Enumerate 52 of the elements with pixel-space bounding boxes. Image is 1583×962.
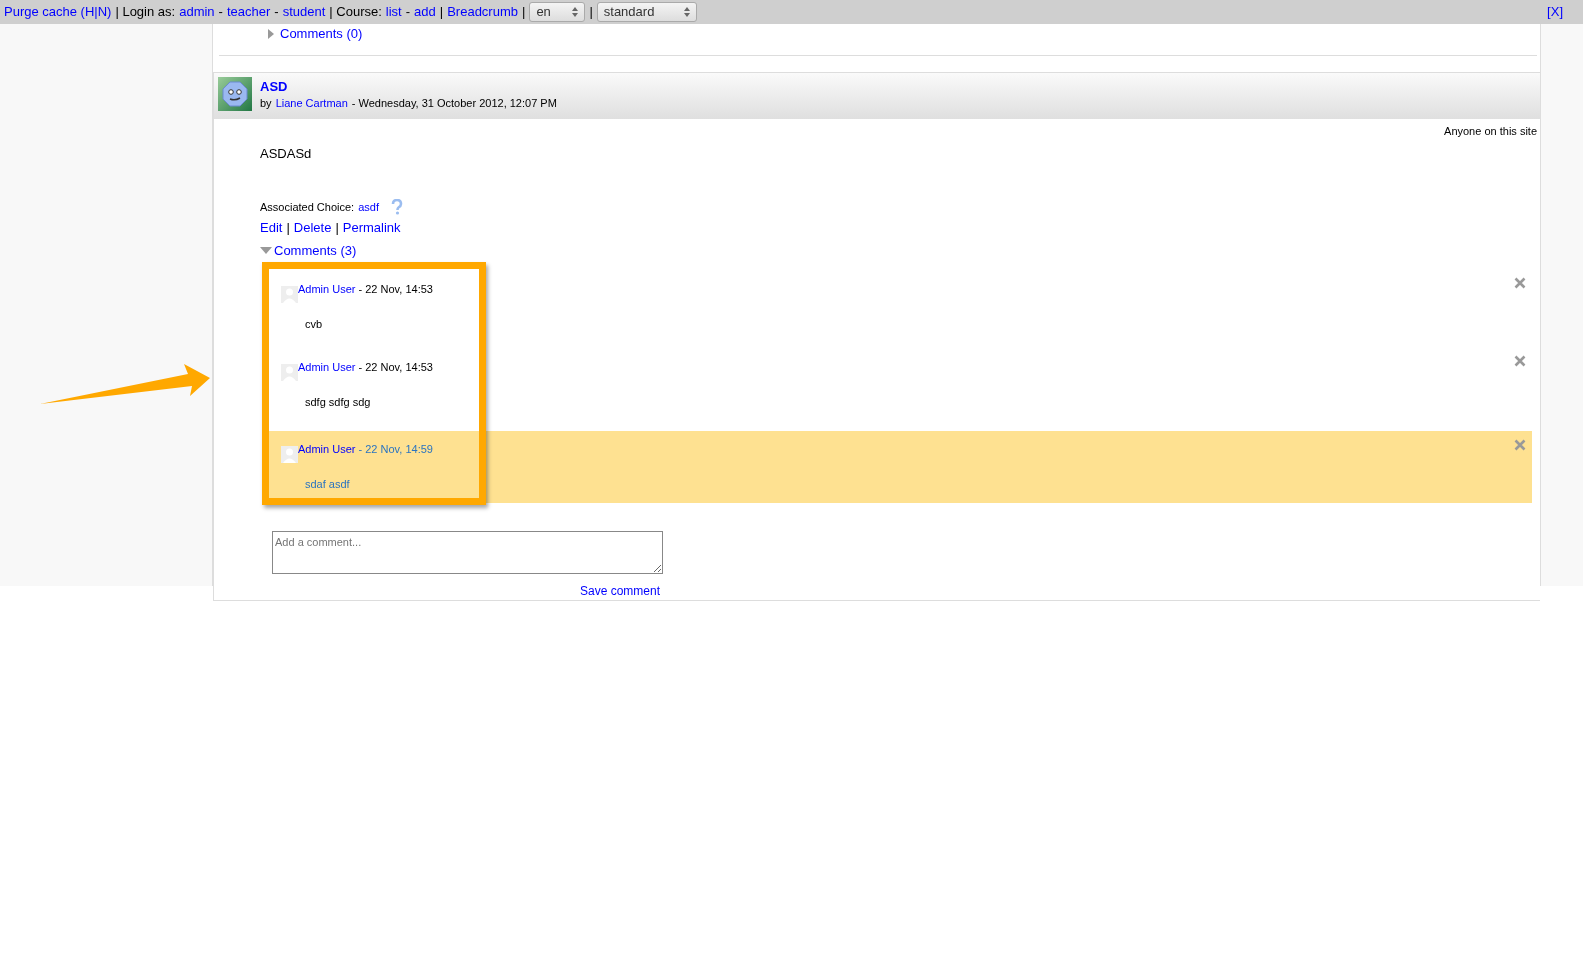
comment-author-link[interactable]: Admin User: [298, 358, 356, 381]
avatar-icon: [218, 77, 252, 111]
action-link[interactable]: Delete: [293, 217, 332, 237]
dropdown-select[interactable]: en: [529, 2, 586, 22]
close-link[interactable]: [X]: [1547, 2, 1563, 22]
visibility-text: Anyone on this site: [1443, 124, 1538, 139]
action-link[interactable]: Permalink: [342, 217, 401, 237]
help-icon[interactable]: [390, 199, 403, 216]
delete-icon[interactable]: [1514, 354, 1526, 367]
separator-text: |: [335, 218, 339, 237]
toolbar-text: -: [405, 3, 411, 22]
toolbar-text: -: [218, 3, 223, 22]
comment-author-link[interactable]: Admin User: [298, 440, 356, 463]
associated-label: Associated Choice:: [260, 200, 355, 215]
toolbar-link[interactable]: list: [385, 2, 402, 22]
associated-link[interactable]: asdf: [358, 199, 379, 216]
save-comment-link[interactable]: Save comment: [580, 581, 661, 600]
comments-toggle-link[interactable]: Comments (0): [280, 24, 363, 44]
action-link[interactable]: Edit: [260, 217, 283, 237]
updown-arrow-icon: [683, 7, 690, 17]
separator-text: |: [286, 218, 290, 237]
comment-text: sdfg sdfg sdg: [305, 394, 371, 410]
toolbar-link[interactable]: add: [414, 2, 436, 22]
delete-icon[interactable]: [1514, 276, 1526, 289]
comment-date: - 22 Nov, 14:53: [357, 281, 433, 297]
toolbar-text: | Login as:: [115, 3, 176, 22]
comment-date: - 22 Nov, 14:59: [357, 441, 433, 457]
comments-toggle-link[interactable]: Comments (3): [274, 241, 357, 261]
toolbar-text: |: [522, 3, 526, 22]
author-link[interactable]: Liane Cartman: [275, 95, 348, 111]
comment-input-field[interactable]: Add a comment...: [272, 530, 663, 574]
toolbar-link[interactable]: student: [282, 2, 326, 22]
delete-icon[interactable]: [1514, 438, 1526, 451]
byline-text: by: [260, 96, 272, 111]
comment-date: - 22 Nov, 14:53: [357, 359, 433, 375]
updown-arrow-icon: [572, 7, 579, 17]
comment-text: cvb: [305, 316, 323, 332]
toolbar-text: |: [439, 3, 444, 22]
toolbar-text: |: [589, 3, 593, 22]
comment-text: sdaf asdf: [305, 476, 350, 492]
toolbar-text: -: [274, 3, 279, 22]
post-title-link[interactable]: ASD: [260, 79, 557, 95]
post-date: - Wednesday, 31 October 2012, 12:07 PM: [351, 96, 557, 111]
toolbar-link[interactable]: admin: [179, 2, 215, 22]
user-avatar-icon: [281, 445, 298, 463]
comment-author-link[interactable]: Admin User: [298, 280, 356, 303]
toolbar-text: | Course:: [329, 3, 382, 22]
toolbar-link[interactable]: Purge cache (H|N): [4, 2, 112, 22]
toolbar-link[interactable]: Breadcrumb: [447, 2, 518, 22]
toolbar-link[interactable]: teacher: [226, 2, 271, 22]
post-body-text: ASDASd: [260, 144, 313, 163]
dropdown-select[interactable]: standard: [596, 2, 697, 22]
